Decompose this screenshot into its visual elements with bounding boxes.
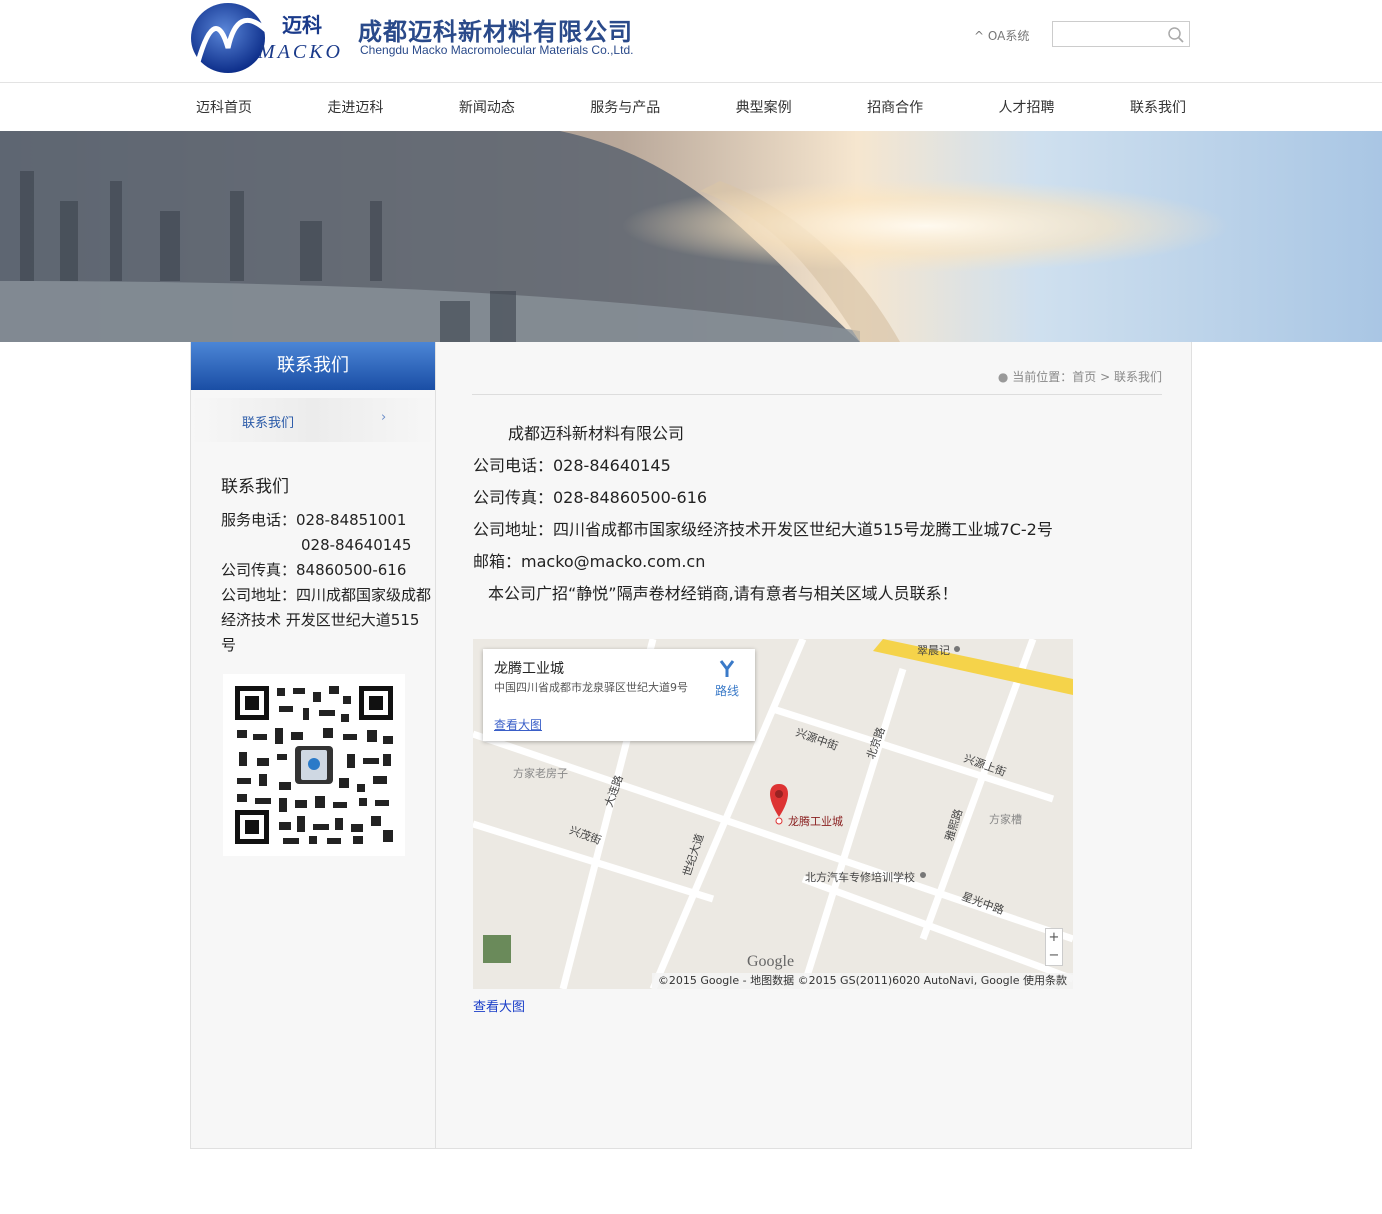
map-info-window: 龙腾工业城 中国四川省成都市龙泉驿区世纪大道9号 查看大图 路线 [483, 649, 755, 741]
nav-item-about[interactable]: 走进迈科 [321, 97, 389, 117]
brand-chinese-name: 成都迈科新材料有限公司 [358, 17, 633, 46]
nav-item-contact[interactable]: 联系我们 [1124, 97, 1192, 117]
dealer-notice: 本公司广招“静悦”隔声卷材经销商,请有意者与相关区域人员联系！ [488, 584, 958, 603]
info-window-address: 中国四川省成都市龙泉驿区世纪大道9号 [494, 681, 688, 694]
company-phone: 公司电话：028-84640145 [473, 456, 671, 475]
directions-icon [719, 660, 735, 677]
oa-system-link[interactable]: ^ OA系统 [974, 27, 1029, 44]
company-address: 公司地址：四川省成都市国家级经济技术开发区世纪大道515号龙腾工业城7C-2号 [473, 520, 1053, 539]
contact-details: 成都迈科新材料有限公司 公司电话：028-84640145 公司传真：028-8… [473, 418, 1173, 610]
logo-small-text: 迈科 [282, 13, 322, 37]
breadcrumb-prefix: 当前位置： [1012, 370, 1073, 384]
brand-english-name: Chengdu Macko Macromolecular Materials C… [360, 43, 634, 57]
company-name: 成都迈科新材料有限公司 [508, 424, 685, 443]
contact-heading: 联系我们 [221, 477, 289, 497]
search-icon[interactable] [1167, 26, 1185, 44]
sidebar-fax: 公司传真：84860500-616 [221, 561, 407, 579]
view-larger-map-link[interactable]: 查看大图 [473, 996, 525, 1015]
search-box [1052, 21, 1190, 47]
breadcrumb: ● 当前位置：首页 > 联系我们 [472, 368, 1162, 395]
zoom-out-button[interactable]: − [1046, 947, 1062, 965]
map-copyright: ©2015 Google - 地图数据 ©2015 GS(2011)6020 A… [651, 973, 1073, 989]
directions-button[interactable]: 路线 [709, 659, 745, 699]
nav-item-news[interactable]: 新闻动态 [453, 97, 521, 117]
directions-label: 路线 [714, 684, 739, 698]
breadcrumb-separator: > [1100, 370, 1111, 384]
main-nav: 迈科首页 走进迈科 新闻动态 服务与产品 典型案例 招商合作 人才招聘 联系我们 [0, 83, 1382, 131]
sidebar-address: 公司地址：四川成都国家级成都经济技术 开发区世纪大道515号 [221, 586, 432, 654]
map-label: 翠晨记 [917, 644, 950, 657]
nav-item-jobs[interactable]: 人才招聘 [993, 97, 1061, 117]
map-label: 北方汽车专修培训学校 [805, 871, 915, 884]
sidebar-item-label: 联系我们 [242, 416, 295, 431]
google-map[interactable]: 翠晨记 兴源中街 北京路 兴源上街 方家老房子 大连路 兴茂街 世纪大道 雅熙路… [473, 639, 1073, 989]
breadcrumb-home-link[interactable]: 首页 [1072, 370, 1096, 384]
sidebar-title: 联系我们 [191, 342, 435, 390]
google-logo: Google [747, 953, 795, 970]
wechat-qr-code [223, 674, 405, 856]
nav-item-home[interactable]: 迈科首页 [190, 97, 258, 117]
nav-item-cases[interactable]: 典型案例 [730, 97, 798, 117]
nav-item-partners[interactable]: 招商合作 [861, 97, 929, 117]
sidebar-contact-info: 联系我们 服务电话：028-84851001 028-84640145 公司传真… [221, 475, 433, 658]
search-input[interactable] [1053, 22, 1165, 46]
map-label: 方家老房子 [513, 767, 568, 780]
zoom-in-button[interactable]: + [1046, 929, 1062, 947]
service-phone-2: 028-84640145 [301, 536, 412, 554]
map-label: 方家槽 [989, 813, 1022, 826]
nav-item-products[interactable]: 服务与产品 [584, 97, 666, 117]
company-fax: 公司传真：028-84860500-616 [473, 488, 708, 507]
info-window-larger-map-link[interactable]: 查看大图 [494, 716, 542, 733]
sidebar: 联系我们 联系我们 › 联系我们 服务电话：028-84851001 028-8… [191, 342, 436, 1148]
company-email: 邮箱：macko@macko.com.cn [473, 552, 706, 571]
city-banner-image [0, 131, 1382, 342]
header: 迈科 MACKO 成都迈科新材料有限公司 Chengdu Macko Macro… [0, 0, 1382, 83]
sidebar-item-contact[interactable]: 联系我们 › [191, 398, 435, 442]
map-marker-label: 龙腾工业城 [788, 815, 843, 828]
macko-logo[interactable]: 迈科 MACKO [190, 0, 350, 76]
main-content-area: 联系我们 联系我们 › 联系我们 服务电话：028-84851001 028-8… [190, 342, 1192, 1149]
content-panel: ● 当前位置：首页 > 联系我们 成都迈科新材料有限公司 公司电话：028-84… [436, 342, 1191, 1148]
breadcrumb-current: 联系我们 [1113, 370, 1162, 384]
chevron-right-icon: › [381, 410, 387, 425]
service-phone: 服务电话：028-84851001 [221, 511, 407, 529]
map-zoom-control: + − [1045, 928, 1063, 966]
logo-word: MACKO [257, 41, 343, 63]
info-window-title: 龙腾工业城 [494, 661, 564, 677]
location-pin-icon: ● [997, 370, 1009, 384]
